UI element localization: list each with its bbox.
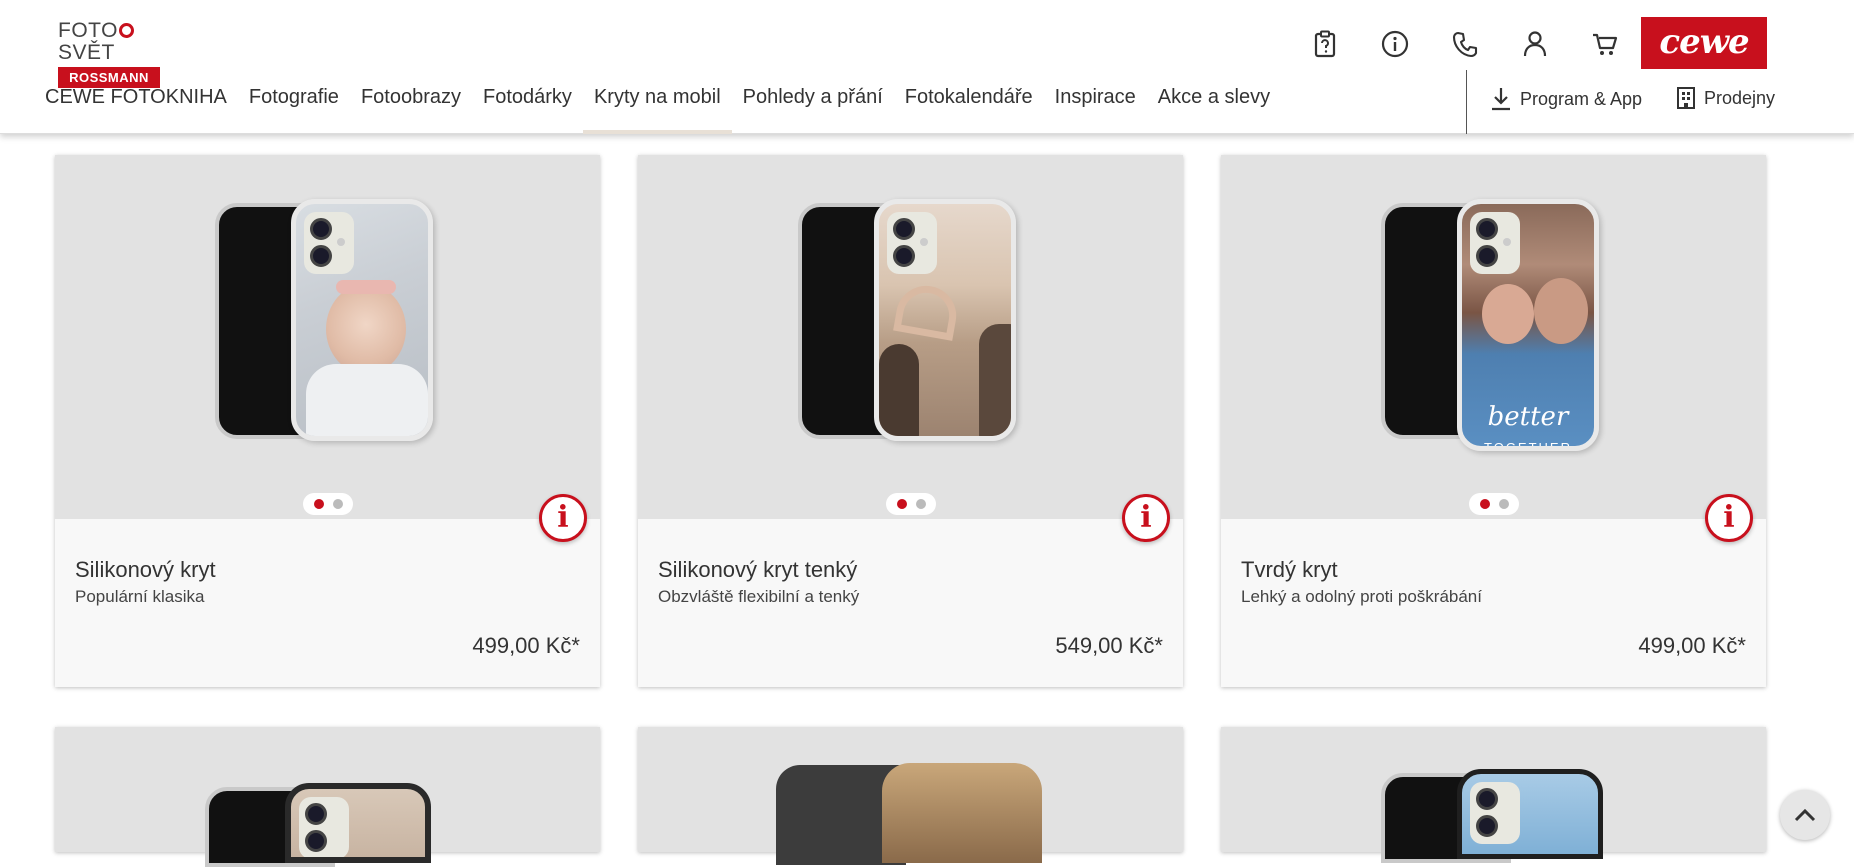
product-image[interactable] <box>638 155 1183 519</box>
carousel-dot-1[interactable] <box>1479 499 1490 509</box>
carousel-dot-1[interactable] <box>313 499 324 509</box>
nav-item-fotoobrazy[interactable]: Fotoobrazy <box>350 76 472 134</box>
product-price: 499,00 Kč* <box>472 633 580 658</box>
header-icons <box>1290 26 1640 62</box>
cart-icon[interactable] <box>1570 26 1640 62</box>
phone-case-back <box>882 763 1042 863</box>
nav-item-pohledy-a-prani[interactable]: Pohledy a přání <box>732 76 894 134</box>
carousel-dot-1[interactable] <box>896 499 907 509</box>
carousel-dots <box>1469 493 1519 515</box>
product-card-row2-2[interactable] <box>638 727 1183 865</box>
product-card-row2-1[interactable] <box>55 727 600 867</box>
nav-item-fotografie[interactable]: Fotografie <box>238 76 350 134</box>
nav-divider <box>1466 70 1467 134</box>
product-image[interactable]: better TOGETHER <box>1221 155 1766 519</box>
info-button[interactable]: i <box>539 494 587 542</box>
program-app-label: Program & App <box>1520 88 1643 109</box>
product-image[interactable] <box>55 155 600 519</box>
carousel-dots <box>303 493 353 515</box>
prodejny-label: Prodejny <box>1704 87 1776 108</box>
nav-item-inspirace[interactable]: Inspirace <box>1044 76 1147 134</box>
product-details: Tvrdý kryt Lehký a odolný proti poškrábá… <box>1221 519 1766 687</box>
product-price: 499,00 Kč* <box>1638 633 1746 658</box>
user-icon[interactable] <box>1500 26 1570 62</box>
cewe-logo[interactable]: cewe <box>1641 17 1767 69</box>
phone-case-back <box>1457 769 1603 859</box>
product-card-tvrdy-kryt[interactable]: better TOGETHER i Tvrdý kryt Lehký a odo… <box>1221 155 1766 687</box>
site-header: FOTOSVĚT ROSSMANN cewe CEWE FOTOKNIHA Fo… <box>0 0 1854 134</box>
product-card-row2-3[interactable] <box>1221 727 1766 863</box>
product-title: Silikonový kryt <box>75 557 216 582</box>
info-button[interactable]: i <box>1705 494 1753 542</box>
nav-item-fotodarky[interactable]: Fotodárky <box>472 76 583 134</box>
product-details: Silikonový kryt tenký Obzvláště flexibil… <box>638 519 1183 687</box>
prodejny-link[interactable]: Prodejny <box>1676 86 1775 110</box>
product-card-silikonovy-kryt-tenky[interactable]: i Silikonový kryt tenký Obzvláště flexib… <box>638 155 1183 687</box>
info-button[interactable]: i <box>1122 494 1170 542</box>
case-print-text-line1: better <box>1487 402 1569 432</box>
case-print-text-line2: TOGETHER <box>1484 440 1572 451</box>
nav-item-kryty-na-mobil[interactable]: Kryty na mobil <box>582 76 732 134</box>
back-to-top-button[interactable] <box>1780 790 1830 840</box>
carousel-dot-2[interactable] <box>332 499 343 509</box>
phone-case-back <box>874 199 1016 441</box>
clipboard-icon[interactable] <box>1290 26 1360 62</box>
product-subtitle: Obzvláště flexibilní a tenký <box>658 587 860 606</box>
info-icon[interactable] <box>1360 26 1430 62</box>
nav-item-akce-a-slevy[interactable]: Akce a slevy <box>1147 76 1281 134</box>
carousel-dots <box>886 493 936 515</box>
download-icon <box>1492 88 1510 111</box>
chevron-up-icon <box>1794 808 1816 822</box>
product-details: Silikonový kryt Populární klasika 499,00… <box>55 519 600 687</box>
nav-item-fotokalendare[interactable]: Fotokalendáře <box>894 76 1044 134</box>
product-card-silikonovy-kryt[interactable]: i Silikonový kryt Populární klasika 499,… <box>55 155 600 687</box>
product-title: Tvrdý kryt <box>1241 557 1338 582</box>
main-navigation: CEWE FOTOKNIHA Fotografie Fotoobrazy Fot… <box>34 76 1281 134</box>
program-app-link[interactable]: Program & App <box>1490 86 1642 112</box>
carousel-dot-2[interactable] <box>915 499 926 509</box>
phone-case-back <box>285 783 431 863</box>
product-title: Silikonový kryt tenký <box>658 557 858 582</box>
phone-case-back <box>291 199 433 441</box>
phone-case-back: better TOGETHER <box>1457 199 1599 451</box>
nav-item-cewe-fotokniha[interactable]: CEWE FOTOKNIHA <box>34 76 238 134</box>
logo-top-text: FOTOSVĚT <box>58 20 160 64</box>
building-icon <box>1677 87 1695 109</box>
product-subtitle: Lehký a odolný proti poškrábání <box>1241 587 1482 606</box>
product-subtitle: Populární klasika <box>75 587 205 606</box>
fotosvet-rossmann-logo[interactable]: FOTOSVĚT ROSSMANN <box>58 20 160 88</box>
product-price: 549,00 Kč* <box>1055 633 1163 658</box>
carousel-dot-2[interactable] <box>1498 499 1509 509</box>
phone-icon[interactable] <box>1430 26 1500 62</box>
